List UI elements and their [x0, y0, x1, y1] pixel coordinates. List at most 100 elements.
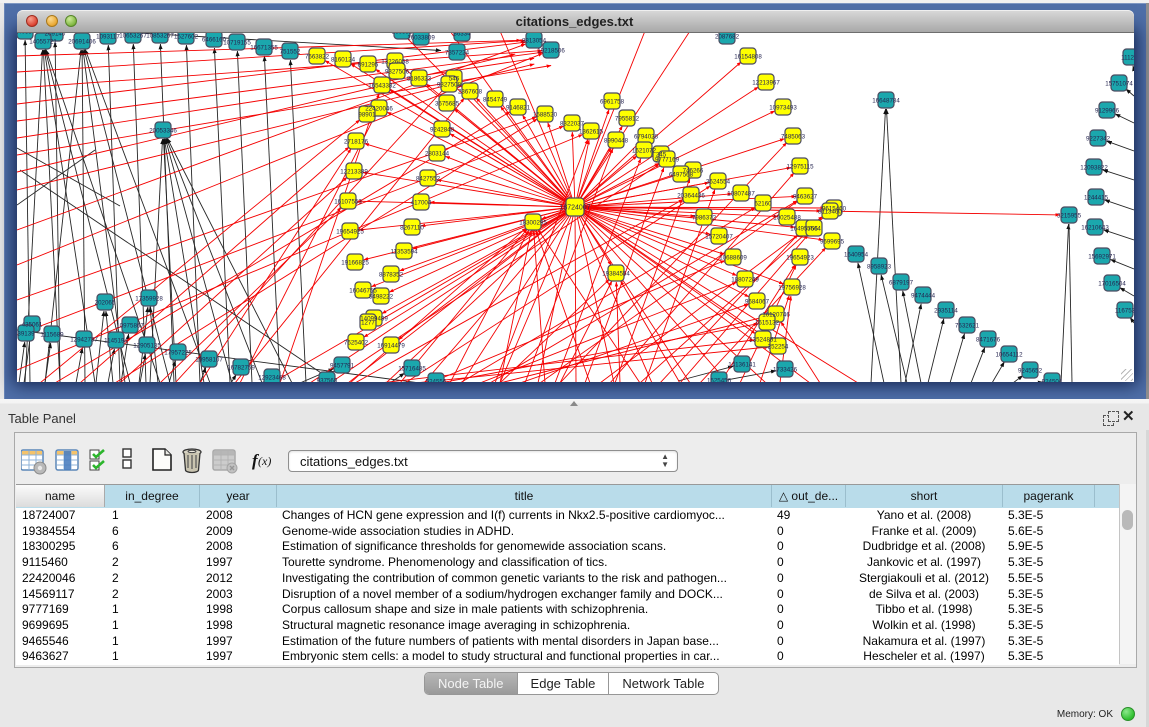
svg-text:7625402: 7625402 [344, 339, 369, 346]
svg-text:2935114: 2935114 [934, 307, 958, 314]
svg-text:1588520: 1588520 [533, 111, 558, 118]
svg-text:891295: 891295 [358, 61, 379, 68]
svg-text:924504: 924504 [1042, 378, 1063, 382]
svg-text:7632621: 7632621 [955, 322, 980, 329]
svg-text:18724007: 18724007 [559, 204, 590, 211]
svg-text:524556: 524556 [426, 378, 447, 382]
svg-text:12213967: 12213967 [752, 79, 780, 86]
svg-text:111243: 111243 [1121, 54, 1134, 61]
svg-text:12213389: 12213389 [340, 168, 368, 175]
svg-text:417004: 417004 [411, 199, 432, 206]
svg-text:15751074: 15751074 [1105, 80, 1133, 87]
svg-text:1525456: 1525456 [707, 377, 732, 382]
svg-text:15720407: 15720407 [705, 233, 733, 240]
svg-text:14136141: 14136141 [728, 361, 756, 368]
svg-text:1244415: 1244415 [1084, 194, 1109, 201]
svg-text:18300295: 18300295 [519, 219, 547, 226]
svg-text:19166825: 19166825 [341, 259, 369, 266]
svg-text:20364436: 20364436 [677, 192, 705, 199]
svg-text:10654112: 10654112 [995, 351, 1023, 358]
svg-text:17957225: 17957225 [164, 349, 192, 356]
svg-text:6794028: 6794028 [634, 133, 659, 140]
svg-text:(x): (x) [258, 454, 271, 468]
svg-text:9474444: 9474444 [911, 292, 936, 299]
svg-text:8113460: 8113460 [818, 208, 842, 215]
svg-text:751552: 751552 [280, 48, 301, 55]
svg-text:9245652: 9245652 [1018, 367, 1043, 374]
svg-text:8427552: 8427552 [416, 175, 441, 182]
svg-text:15692971: 15692971 [1088, 253, 1116, 260]
svg-text:16033809: 16033809 [407, 34, 435, 41]
svg-text:12923468: 12923468 [258, 374, 286, 381]
svg-text:16107553: 16107553 [334, 198, 362, 205]
svg-text:2367608: 2367608 [458, 88, 483, 95]
svg-text:1362615: 1362615 [579, 128, 604, 135]
svg-text:16782759: 16782759 [227, 364, 255, 371]
svg-text:1640954: 1640954 [844, 251, 869, 258]
svg-text:8990448: 8990448 [604, 137, 629, 144]
svg-text:3215955: 3215955 [1057, 212, 1082, 219]
svg-text:10973493: 10973493 [769, 104, 797, 111]
svg-text:19384554: 19384554 [602, 270, 630, 277]
svg-text:98901: 98901 [358, 111, 376, 118]
svg-text:17359928: 17359928 [135, 295, 163, 302]
svg-text:1527602: 1527602 [174, 33, 199, 40]
svg-text:9227342: 9227342 [1086, 135, 1111, 142]
svg-text:8160124: 8160124 [331, 56, 356, 63]
svg-text:5664: 5664 [807, 225, 821, 232]
svg-text:202065: 202065 [95, 299, 116, 306]
svg-text:2803144: 2803144 [425, 150, 450, 157]
svg-text:9457791: 9457791 [330, 362, 355, 369]
svg-text:62160: 62160 [754, 200, 772, 207]
svg-text:1615132: 1615132 [755, 319, 780, 326]
svg-text:9684067: 9684067 [745, 298, 770, 305]
svg-text:8878352: 8878352 [379, 271, 404, 278]
svg-text:12942737: 12942737 [70, 336, 98, 343]
svg-text:1621072: 1621072 [632, 147, 657, 154]
svg-text:1277: 1277 [361, 319, 375, 326]
svg-text:8471676: 8471676 [976, 336, 1001, 343]
svg-text:6497568: 6497568 [669, 171, 694, 178]
svg-text:19654925: 19654925 [336, 228, 364, 235]
svg-text:10653267: 10653267 [119, 32, 147, 39]
svg-text:8454749: 8454749 [483, 96, 508, 103]
svg-text:8186323: 8186323 [407, 75, 432, 82]
svg-text:15716485: 15716485 [398, 365, 426, 372]
svg-text:16648784: 16648784 [872, 97, 900, 104]
svg-text:8267110: 8267110 [400, 224, 424, 231]
svg-text:10975867: 10975867 [116, 322, 144, 329]
svg-text:7663822: 7663822 [305, 53, 330, 60]
svg-text:13226058: 13226058 [381, 58, 409, 65]
svg-text:435061: 435061 [22, 321, 43, 328]
svg-text:1115689: 1115689 [40, 331, 64, 338]
svg-text:9129966: 9129966 [1095, 107, 1120, 114]
svg-text:12093822: 12093822 [1080, 164, 1108, 171]
svg-text:9146821: 9146821 [506, 104, 531, 111]
svg-text:16210643: 16210643 [1081, 224, 1109, 231]
svg-text:16154808: 16154808 [734, 53, 762, 60]
svg-text:5498222: 5498222 [369, 293, 394, 300]
svg-text:2087682: 2087682 [715, 33, 740, 40]
svg-text:1093117: 1093117 [96, 33, 120, 40]
svg-text:2718176: 2718176 [344, 138, 369, 145]
svg-text:10853267: 10853267 [146, 32, 174, 39]
svg-text:10958107: 10958107 [195, 356, 223, 363]
svg-text:20053346: 20053346 [149, 127, 177, 134]
svg-text:19756928: 19756928 [778, 284, 806, 291]
svg-text:9327506: 9327506 [385, 68, 410, 75]
svg-text:12905135: 12905135 [133, 342, 161, 349]
svg-text:20691406: 20691406 [68, 38, 96, 45]
svg-text:3624554: 3624554 [706, 178, 731, 185]
svg-text:19218506: 19218506 [537, 47, 565, 54]
svg-text:16543382: 16543382 [368, 82, 396, 89]
svg-text:7955812: 7955812 [615, 115, 640, 122]
svg-text:3675685: 3675685 [435, 100, 460, 107]
svg-text:16671355: 16671355 [250, 44, 278, 51]
svg-text:9327508: 9327508 [437, 81, 462, 88]
svg-text:10719155: 10719155 [223, 39, 251, 46]
svg-text:12975115: 12975115 [786, 163, 814, 170]
svg-text:6879197: 6879197 [889, 279, 914, 286]
svg-text:9699695: 9699695 [820, 238, 845, 245]
svg-text:7485063: 7485063 [781, 133, 806, 140]
svg-text:9242848: 9242848 [430, 126, 455, 133]
